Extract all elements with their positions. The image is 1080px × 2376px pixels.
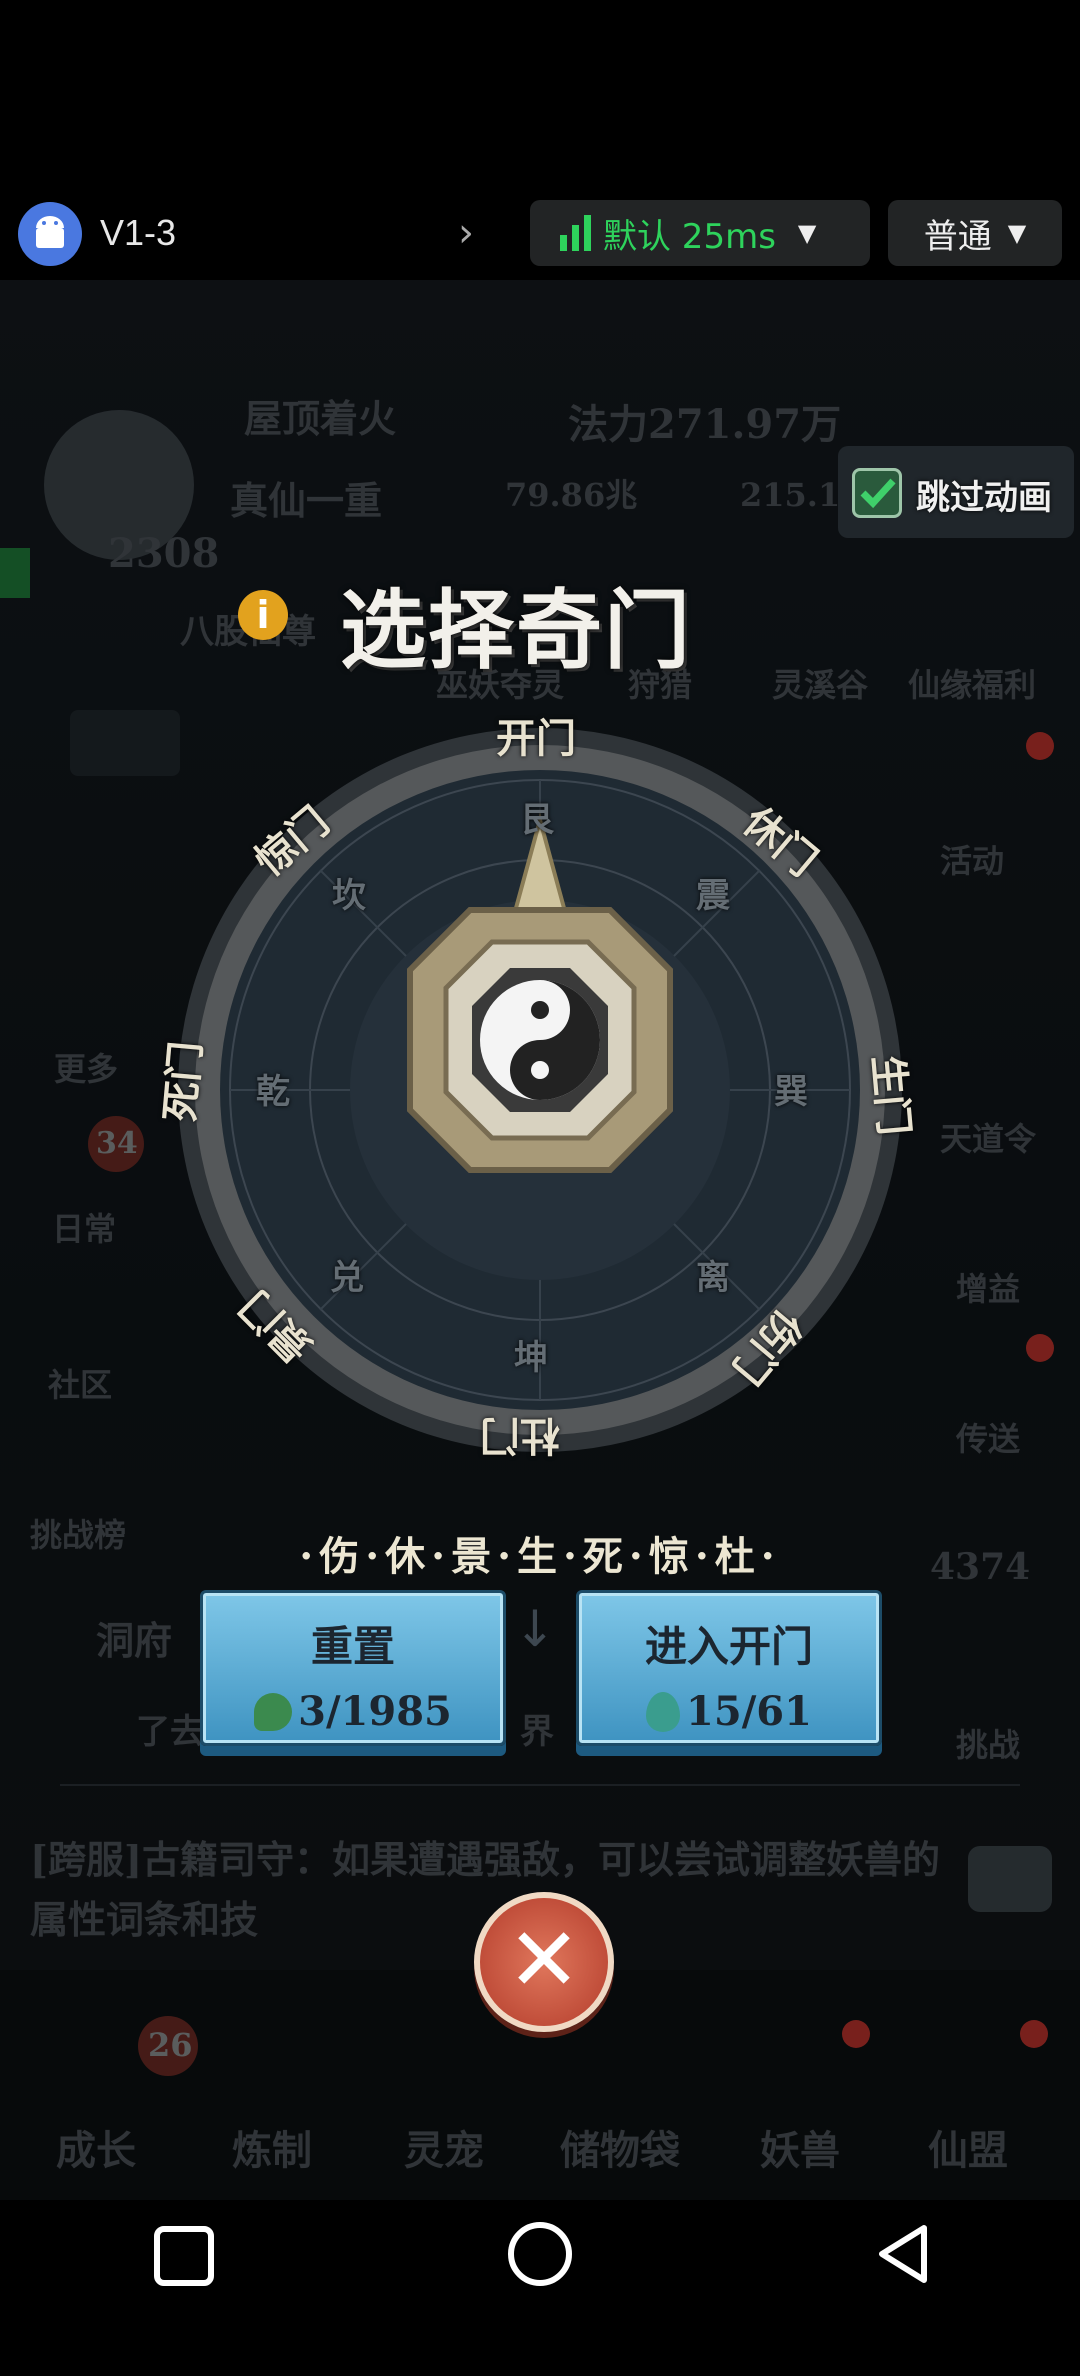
android-icon[interactable]	[18, 202, 82, 266]
back-icon[interactable]	[874, 2222, 934, 2286]
recent-apps-icon[interactable]	[154, 2226, 214, 2286]
trigram-label: 艮	[520, 800, 554, 840]
trigram-label: 巽	[774, 1072, 808, 1112]
skip-animation-checkbox[interactable]	[852, 468, 902, 518]
caret-down-icon: ▼	[797, 219, 817, 247]
door-life[interactable]: 生门	[862, 1053, 927, 1138]
trigram-label: 坎	[332, 876, 366, 916]
device-title: V1-3	[100, 212, 177, 253]
latency-label: 默认 25ms	[603, 216, 776, 257]
mode-label: 普通	[923, 216, 992, 257]
reset-button-label: 重置	[310, 1622, 395, 1671]
reset-button[interactable]: 重置 3/1985	[200, 1590, 506, 1746]
trigram-label: 震	[696, 876, 730, 916]
arrow-down-icon: ↓	[514, 1600, 556, 1658]
home-icon[interactable]	[508, 2222, 572, 2286]
trigram-label: 乾	[256, 1072, 290, 1112]
skip-animation-label[interactable]: 跳过动画	[916, 470, 1052, 519]
close-button[interactable]: ✕	[474, 1892, 614, 2032]
water-drop-icon	[646, 1691, 681, 1732]
trigram-label: 兑	[330, 1258, 364, 1298]
door-block[interactable]: 杜门	[480, 1410, 560, 1468]
info-icon[interactable]: i	[238, 590, 288, 640]
door-death[interactable]: 死门	[148, 1039, 213, 1124]
enter-door-button-label: 进入开门	[644, 1622, 813, 1671]
modal-title: 选择奇门	[340, 580, 692, 681]
enter-door-button[interactable]: 进入开门 15/61	[576, 1590, 882, 1746]
enter-count: 15/61	[686, 1688, 812, 1735]
signal-bars-icon	[560, 215, 591, 251]
mode-dropdown[interactable]: 普通 ▼	[888, 200, 1062, 266]
door-open[interactable]: 开门	[496, 706, 576, 764]
caret-down-icon: ▼	[1007, 219, 1027, 247]
door-sequence: ·伤·休·景·生·死·惊·杜·	[299, 1533, 781, 1580]
reset-count: 3/1985	[298, 1688, 452, 1735]
chevron-right-icon[interactable]: ›	[458, 210, 474, 256]
trigram-label: 坤	[514, 1338, 548, 1378]
trigram-label: 离	[696, 1258, 730, 1298]
network-latency-dropdown[interactable]: 默认 25ms ▼	[530, 200, 870, 266]
spirit-stone-icon	[254, 1692, 293, 1731]
